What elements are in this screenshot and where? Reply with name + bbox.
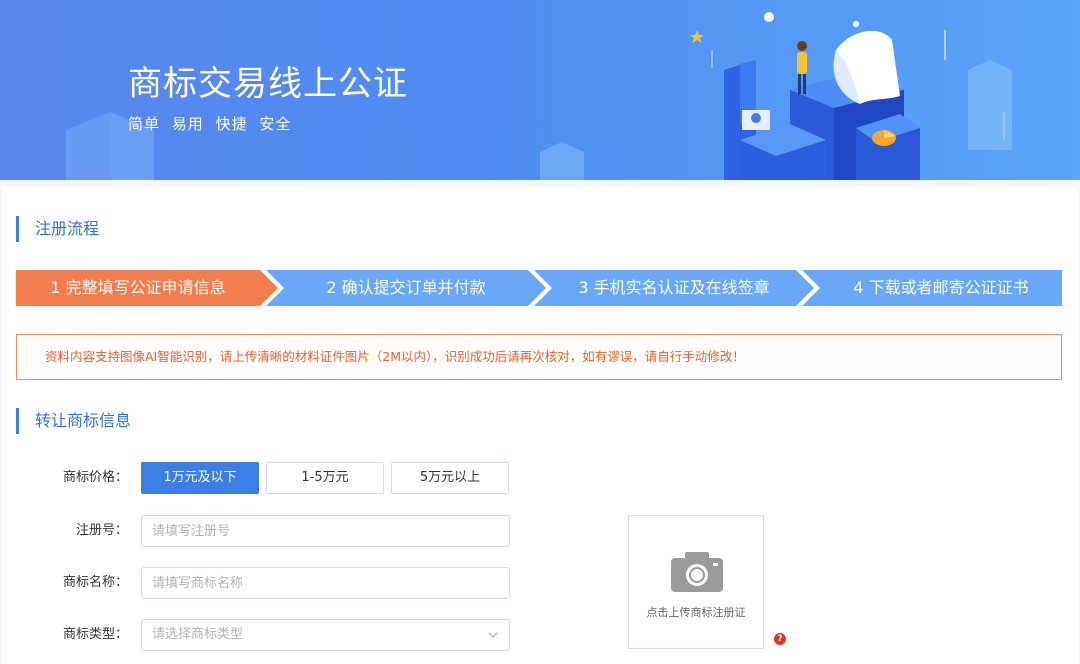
price-option-10k-50k[interactable]: 1-5万元 <box>266 462 384 494</box>
tag-easy: 易用 <box>171 115 204 133</box>
banner-title: 商标交易线上公证 <box>128 64 408 104</box>
reg-no-input[interactable] <box>141 515 510 547</box>
tag-simple: 简单 <box>128 115 161 133</box>
chevron-down-icon <box>488 632 498 638</box>
tag-safe: 安全 <box>259 115 292 133</box>
price-option-under-10k[interactable]: 1万元及以下 <box>141 462 259 494</box>
step-2: 2 确认提交订单并付款 <box>326 278 486 297</box>
banner: 商标交易线上公证 简单 易用 快捷 安全 <box>0 0 1080 180</box>
tag-fast: 快捷 <box>215 115 248 133</box>
trademark-name-label: 商标名称： <box>62 575 128 590</box>
camera-icon <box>671 552 723 592</box>
upload-certificate-label: 点击上传商标注册证 <box>646 606 746 619</box>
trademark-type-label: 商标类型： <box>62 627 128 642</box>
step-4: 4 下载或者邮寄公证证书 <box>853 278 1029 297</box>
step-1: 1 完整填写公证申请信息 <box>50 278 226 297</box>
reg-no-label: 注册号： <box>75 523 128 538</box>
ai-notice: 资料内容支持图像AI智能识别，请上传清晰的材料证件图片（2M以内），识别成功后请… <box>16 334 1062 380</box>
price-label: 商标价格： <box>62 470 128 485</box>
upload-certificate-box[interactable]: 点击上传商标注册证 <box>628 515 764 649</box>
section-title-transfer: 转让商标信息 <box>16 408 131 434</box>
step-indicator: 1 完整填写公证申请信息 2 确认提交订单并付款 3 手机实名认证及在线签章 4… <box>16 270 1062 306</box>
trademark-type-placeholder: 请选择商标类型 <box>152 627 244 642</box>
trademark-name-input[interactable] <box>141 567 510 599</box>
price-option-over-50k[interactable]: 5万元以上 <box>391 462 509 494</box>
banner-tagline: 简单 易用 快捷 安全 <box>128 113 297 134</box>
trademark-type-select[interactable]: 请选择商标类型 <box>141 619 510 651</box>
step-3: 3 手机实名认证及在线签章 <box>578 278 770 297</box>
section-title-flow: 注册流程 <box>16 216 99 242</box>
help-icon[interactable]: ? <box>774 633 786 645</box>
